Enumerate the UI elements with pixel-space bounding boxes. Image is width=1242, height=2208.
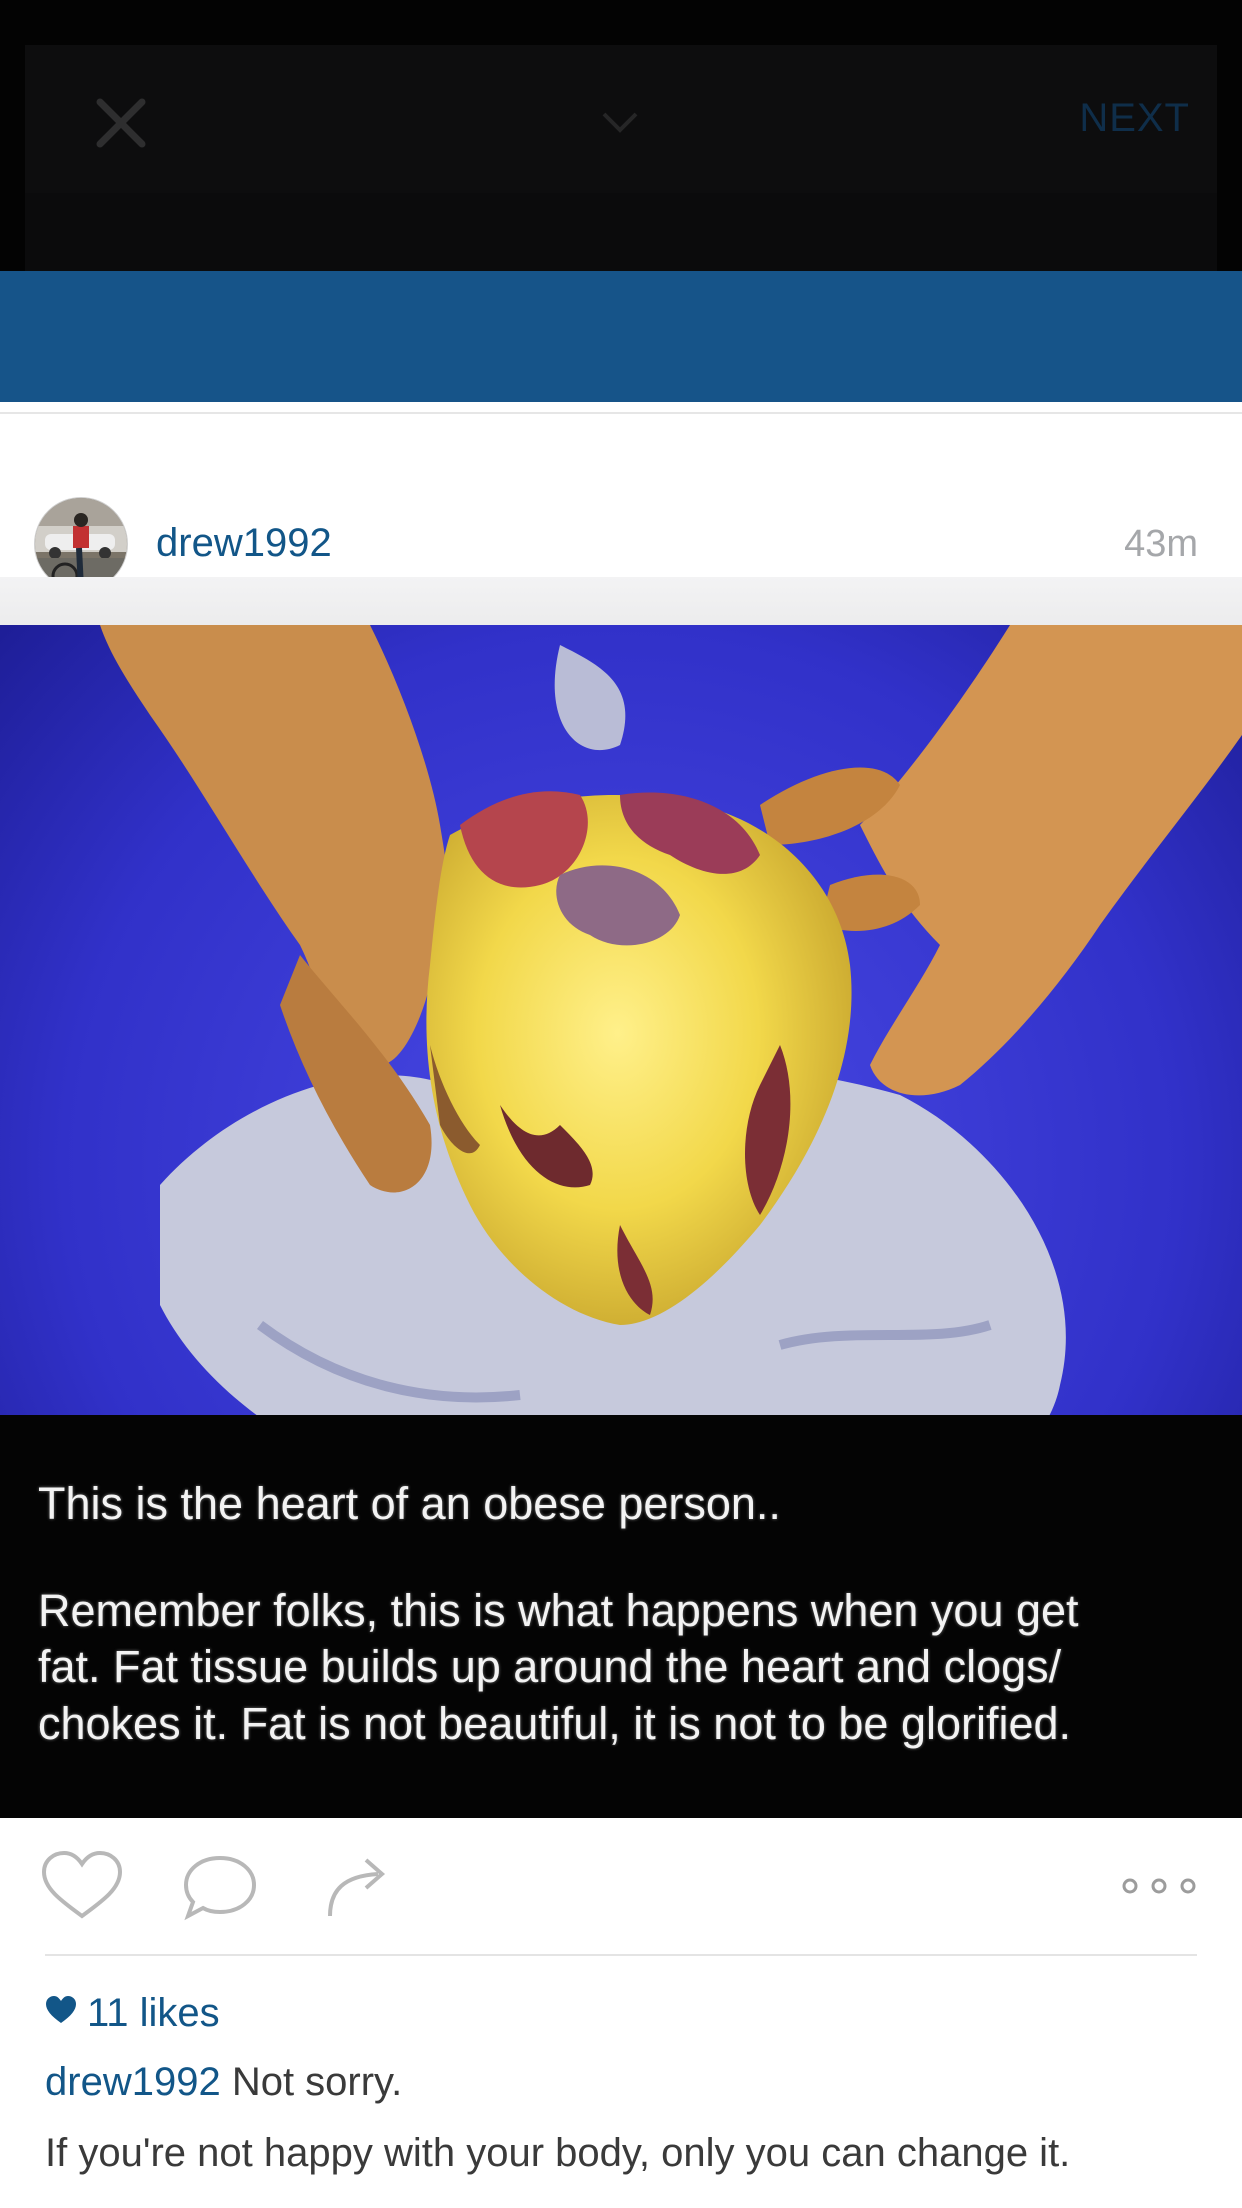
post-header: drew1992 43m	[0, 470, 1242, 591]
heart-outline-icon	[41, 1850, 123, 1919]
like-button[interactable]	[40, 1850, 124, 1922]
post-timestamp: 43m	[1124, 523, 1198, 565]
share-arrow-icon	[328, 1858, 386, 1917]
likes-label: 11 likes	[87, 1991, 220, 2035]
caption-row: drew1992 Not sorry.	[45, 2060, 402, 2105]
heart-filled-icon	[46, 1996, 76, 2023]
post-username[interactable]: drew1992	[156, 521, 332, 566]
post-action-bar	[0, 1818, 1242, 1956]
photo-caption-line-4: chokes it. Fat is not beautiful, it is n…	[38, 1698, 1072, 1749]
blue-banner	[0, 271, 1242, 402]
more-options-button[interactable]	[1120, 1874, 1198, 1898]
next-button[interactable]: NEXT	[1040, 96, 1190, 144]
comment-bubble-icon	[183, 1855, 257, 1921]
chevron-down-icon	[602, 112, 638, 133]
chevron-dropdown-button[interactable]	[598, 105, 642, 139]
divider-line	[0, 412, 1242, 414]
photo-caption-line-2: Remember folks, this is what happens whe…	[38, 1585, 1079, 1636]
photo-caption-overlay: This is the heart of an obese person.. R…	[0, 1415, 1242, 1818]
more-dots-icon	[1122, 1878, 1196, 1894]
caption-text: Not sorry.	[231, 2060, 403, 2104]
header-shadow	[0, 577, 1242, 625]
close-icon	[96, 98, 146, 148]
close-button[interactable]	[92, 94, 150, 152]
action-divider	[45, 1954, 1197, 1956]
caption-line-2: If you're not happy with your body, only…	[45, 2131, 1071, 2175]
post-photo[interactable]: This is the heart of an obese person.. R…	[0, 625, 1242, 1818]
photo-caption-line-1: This is the heart of an obese person..	[38, 1478, 781, 1529]
caption-username[interactable]: drew1992	[45, 2060, 221, 2104]
share-button[interactable]	[322, 1852, 392, 1922]
comment-button[interactable]	[180, 1852, 260, 1922]
photo-caption-line-3: fat. Fat tissue builds up around the hea…	[38, 1641, 1062, 1692]
